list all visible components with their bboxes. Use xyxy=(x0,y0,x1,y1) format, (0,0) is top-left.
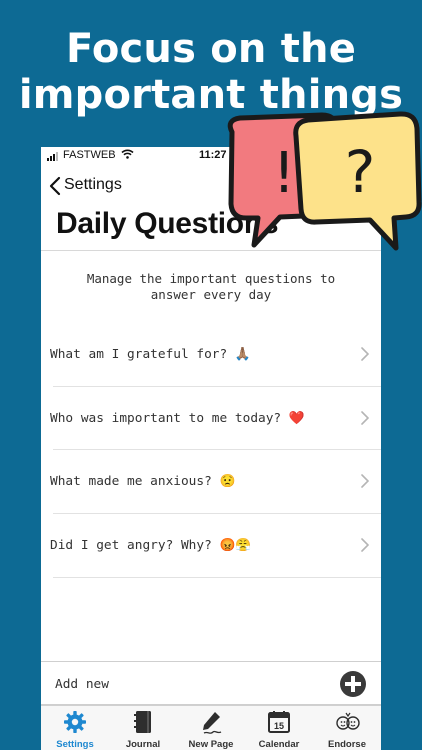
wifi-icon xyxy=(121,149,134,162)
carrier-name: FASTWEB xyxy=(63,149,116,161)
back-label: Settings xyxy=(64,176,122,193)
chevron-right-icon xyxy=(361,474,370,493)
question-row[interactable]: What made me anxious? 😟 xyxy=(50,450,381,513)
chevron-right-icon xyxy=(361,347,370,366)
question-row[interactable]: What am I grateful for? 🙏🏽 xyxy=(50,323,381,386)
headline: Focus on the important things xyxy=(0,26,422,118)
tab-label: New Page xyxy=(188,739,234,750)
add-button[interactable] xyxy=(339,670,367,703)
endorse-icon xyxy=(336,712,360,730)
tab-journal[interactable]: Journal xyxy=(109,706,177,750)
tab-label: Calendar xyxy=(258,739,300,750)
gear-icon xyxy=(64,711,86,733)
tab-endorse[interactable]: Endorse xyxy=(313,706,381,750)
add-new-bar: Add new xyxy=(41,661,381,705)
question-row[interactable]: Did I get angry? Why? 😡😤 xyxy=(50,514,381,577)
chevron-right-icon xyxy=(361,538,370,557)
signal-icon xyxy=(47,152,58,161)
question-text: What am I grateful for? 🙏🏽 xyxy=(50,347,251,362)
question-text: Did I get angry? Why? 😡😤 xyxy=(50,538,252,553)
tab-label: Journal xyxy=(125,739,161,750)
row-divider xyxy=(53,577,381,578)
chevron-right-icon xyxy=(361,411,370,430)
calendar-day: 15 xyxy=(274,721,284,731)
question-bubble-icon: ? xyxy=(293,111,422,251)
question-mark: ? xyxy=(345,138,376,206)
tab-label: Endorse xyxy=(327,739,366,750)
subtitle-line-1: Manage the important questions to xyxy=(86,271,336,286)
tab-bar: Settings Journal New Page 15 Calendar En… xyxy=(41,705,381,750)
subtitle-line-2: answer every day xyxy=(150,287,272,302)
tab-label: Settings xyxy=(56,739,94,750)
tab-calendar[interactable]: 15 Calendar xyxy=(245,706,313,750)
headline-line-1: Focus on the xyxy=(65,26,357,72)
pen-icon xyxy=(203,712,222,734)
speech-bubbles-illustration: ! ? xyxy=(227,111,422,251)
add-new-input[interactable]: Add new xyxy=(55,677,109,692)
question-text: What made me anxious? 😟 xyxy=(50,474,236,489)
tab-settings[interactable]: Settings xyxy=(41,706,109,750)
calendar-icon: 15 xyxy=(268,711,290,733)
question-text: Who was important to me today? ❤️ xyxy=(50,411,305,426)
exclamation-mark: ! xyxy=(273,141,295,206)
journal-icon xyxy=(134,711,151,733)
question-row[interactable]: Who was important to me today? ❤️ xyxy=(50,387,381,450)
plus-circle-icon xyxy=(340,671,366,697)
page-subtitle: Manage the important questions to answer… xyxy=(61,271,361,303)
questions-list: Manage the important questions to answer… xyxy=(41,251,381,661)
chevron-left-icon xyxy=(49,176,61,201)
tab-new-page[interactable]: New Page xyxy=(177,706,245,750)
